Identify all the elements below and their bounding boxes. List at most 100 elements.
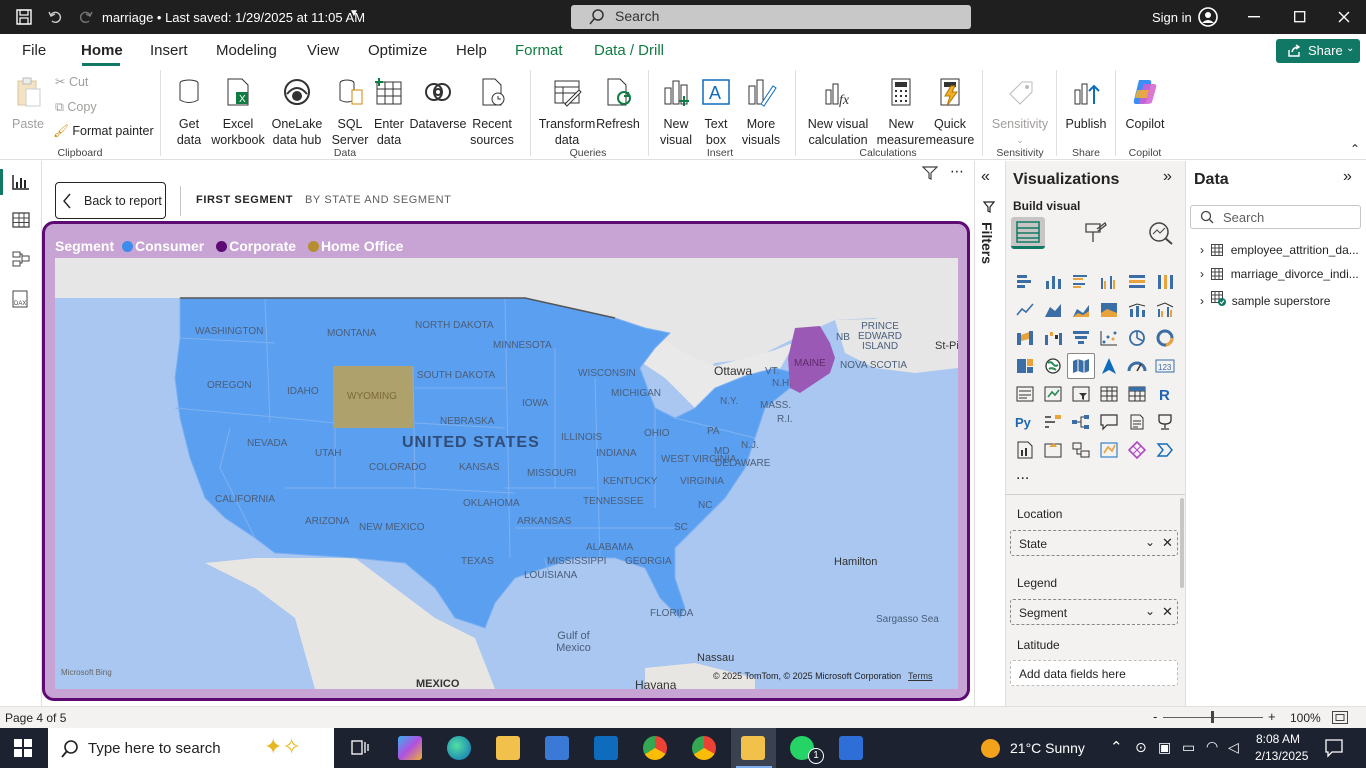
refresh-button[interactable]: Refresh — [596, 76, 640, 132]
tab-modeling[interactable]: Modeling — [216, 42, 277, 59]
table-item-sample-superstore[interactable]: › sample superstore — [1200, 291, 1330, 308]
line-and-clustered-column-chart-icon[interactable] — [1155, 301, 1175, 319]
key-influencers-icon[interactable] — [1043, 413, 1063, 431]
edge-browser-icon[interactable] — [447, 736, 471, 760]
dataverse-button[interactable]: Dataverse — [409, 76, 467, 132]
custom-visual-diamond-icon[interactable] — [1127, 441, 1147, 459]
collapse-ribbon-icon[interactable]: ⌃ — [1350, 142, 1360, 156]
line-chart-icon[interactable] — [1015, 301, 1035, 319]
chevron-right-icon[interactable]: › — [1200, 267, 1204, 281]
meet-icon[interactable]: ⊙ — [1135, 739, 1147, 756]
tab-data-drill[interactable]: Data / Drill — [594, 42, 664, 59]
save-icon[interactable] — [16, 9, 32, 25]
stacked-column-chart-icon[interactable] — [1043, 273, 1063, 291]
clustered-column-chart-icon[interactable] — [1099, 273, 1119, 291]
onelake-button[interactable]: OneLake data hub — [267, 76, 327, 148]
chevron-down-icon[interactable]: ▼ — [349, 8, 359, 19]
remove-field-icon[interactable]: ✕ — [1162, 604, 1173, 620]
paginated-report-icon[interactable] — [1015, 441, 1035, 459]
map-area[interactable]: WASHINGTON MONTANA NORTH DAKOTA MINNESOT… — [55, 258, 958, 689]
chevron-right-icon[interactable]: › — [1200, 294, 1204, 308]
document-title[interactable]: marriage • Last saved: 1/29/2025 at 11:0… — [102, 10, 365, 25]
r-visual-icon[interactable]: R — [1155, 385, 1175, 403]
windows-start-icon[interactable] — [14, 739, 32, 757]
minimize-icon[interactable] — [1248, 16, 1262, 18]
table-view-icon[interactable] — [11, 211, 31, 229]
tab-view[interactable]: View — [307, 42, 339, 59]
clock-time[interactable]: 8:08 AM — [1256, 732, 1300, 746]
cut-button[interactable]: ✂ Cut — [55, 74, 88, 90]
publish-button[interactable]: Publish — [1064, 76, 1108, 132]
new-visual-button[interactable]: New visual — [656, 76, 696, 148]
zoom-out-icon[interactable]: - — [1153, 709, 1157, 724]
legend-item-corporate[interactable]: Corporate — [216, 238, 300, 254]
collapse-filters-icon[interactable]: « — [981, 168, 990, 186]
legend-item-consumer[interactable]: Consumer — [122, 238, 208, 254]
chevron-up-icon[interactable]: ⌃ — [1110, 738, 1123, 756]
zoom-in-icon[interactable]: + — [1268, 709, 1276, 724]
copilot-app-icon[interactable] — [398, 736, 422, 760]
file-explorer-icon[interactable] — [496, 736, 520, 760]
recent-sources-button[interactable]: Recent sources — [466, 76, 518, 148]
multi-row-card-icon[interactable] — [1015, 385, 1035, 403]
more-options-icon[interactable]: ⋯ — [950, 163, 965, 180]
battery-icon[interactable]: ▭ — [1182, 739, 1195, 756]
stacked-area-chart-icon[interactable] — [1071, 301, 1091, 319]
chevron-down-icon[interactable]: ⌄ — [1145, 604, 1155, 618]
new-visual-calculation-button[interactable]: fx New visual calculation — [803, 76, 873, 148]
chevron-down-icon[interactable]: ⌄ — [1145, 535, 1155, 549]
more-visuals-chevron-icon[interactable] — [1155, 441, 1175, 459]
analytics-icon[interactable] — [1148, 221, 1174, 245]
copy-button[interactable]: ⧉ Copy — [55, 99, 97, 115]
kpi-icon[interactable] — [1043, 385, 1063, 403]
latitude-drop-zone[interactable]: Add data fields here — [1010, 660, 1178, 686]
paste-button[interactable]: Paste — [10, 76, 46, 132]
table-item-marriage-divorce[interactable]: › marriage_divorce_indi... — [1200, 267, 1359, 281]
model-view-icon[interactable] — [11, 250, 31, 268]
scrollbar[interactable] — [1180, 498, 1184, 588]
filled-map-visual[interactable]: Segment Consumer Corporate Home Office W… — [42, 221, 970, 701]
account-icon[interactable] — [1198, 7, 1218, 27]
legend-field-pill[interactable]: Segment ⌄ ✕ — [1010, 599, 1178, 625]
filled-map-selected[interactable] — [1067, 353, 1095, 379]
filter-icon[interactable] — [922, 166, 938, 180]
new-measure-button[interactable]: New measure — [876, 76, 926, 148]
table-visual-icon[interactable] — [1099, 385, 1119, 403]
format-painter-button[interactable]: 🖌 Format painter — [53, 123, 154, 139]
zoom-slider-thumb[interactable] — [1211, 711, 1214, 723]
card-icon[interactable]: 123 — [1155, 357, 1175, 375]
line-and-stacked-column-chart-icon[interactable] — [1127, 301, 1147, 319]
tab-file[interactable]: File — [22, 42, 46, 59]
sensitivity-button[interactable]: Sensitivity ⌄ — [990, 76, 1050, 148]
filters-label[interactable]: Filters — [979, 222, 995, 264]
weather-text[interactable]: 21°C Sunny — [1010, 740, 1085, 756]
azure-map-icon[interactable] — [1099, 357, 1119, 375]
redo-icon[interactable] — [78, 9, 94, 25]
legend-item-home-office[interactable]: Home Office — [307, 238, 407, 254]
paint-app-icon[interactable] — [839, 736, 863, 760]
more-visuals-button[interactable]: More visuals — [736, 76, 786, 148]
smart-narrative-icon[interactable] — [1127, 413, 1147, 431]
location-field-pill[interactable]: State ⌄ ✕ — [1010, 530, 1178, 556]
map-icon[interactable] — [1043, 357, 1063, 375]
metrics-icon[interactable] — [1099, 441, 1119, 459]
taskbar-search[interactable]: Type here to search ✦✧ — [48, 728, 334, 768]
power-bi-icon[interactable] — [741, 736, 765, 760]
tab-by-state-and-segment[interactable]: BY STATE AND SEGMENT — [305, 194, 451, 206]
display-icon[interactable]: ▣ — [1158, 739, 1171, 756]
close-icon[interactable] — [1338, 11, 1350, 23]
table-item-employee-attrition[interactable]: › employee_attrition_da... — [1200, 243, 1359, 257]
volume-icon[interactable]: ◁ — [1228, 739, 1239, 756]
transform-data-button[interactable]: Transform data — [538, 76, 596, 148]
expand-pane-icon[interactable]: » — [1163, 168, 1172, 186]
wifi-icon[interactable]: ◠ — [1206, 738, 1218, 755]
gauge-icon[interactable] — [1127, 357, 1147, 375]
area-chart-icon[interactable] — [1043, 301, 1063, 319]
funnel-chart-icon[interactable] — [1071, 329, 1091, 347]
100-stacked-bar-chart-icon[interactable] — [1127, 273, 1147, 291]
qna-icon[interactable] — [1099, 413, 1119, 431]
build-visual-tab[interactable] — [1011, 217, 1045, 249]
enter-data-button[interactable]: Enter data — [371, 76, 407, 148]
microsoft-store-icon[interactable] — [545, 736, 569, 760]
tab-format[interactable]: Format — [515, 42, 563, 59]
